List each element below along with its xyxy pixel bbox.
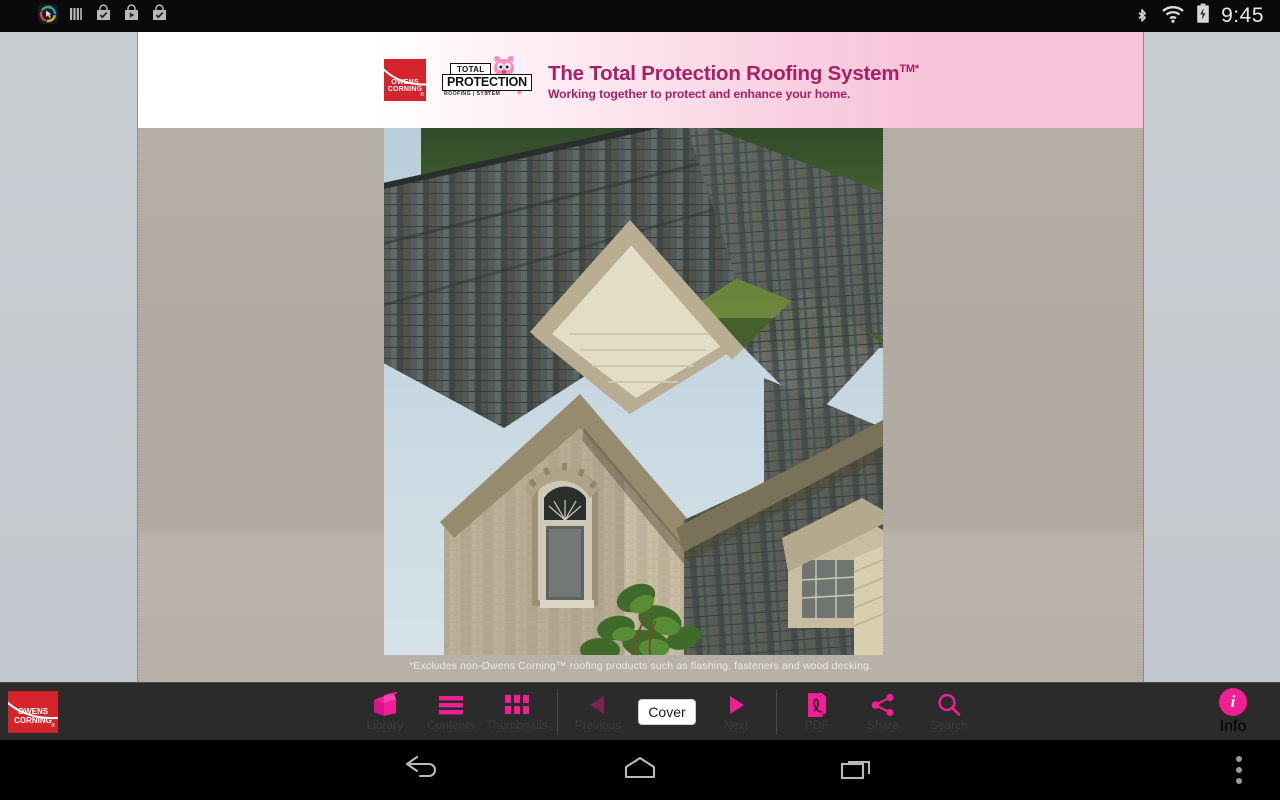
document-viewer[interactable]: OWENS CORNING ® TOTAL PROTECTION ROOFING… <box>0 32 1280 682</box>
status-bar-right-icons: 9:45 <box>1134 3 1280 29</box>
toolbar-info-label: Info <box>1219 718 1247 735</box>
badge-protection-text: PROTECTION <box>442 73 532 91</box>
toolbar-registered-mark: ® <box>51 723 55 729</box>
bag-check-icon-1 <box>94 4 113 28</box>
triangle-right-icon <box>724 692 748 718</box>
back-arrow-icon <box>403 753 443 788</box>
registered-mark: ® <box>420 91 424 98</box>
bag-check-icon-2 <box>150 4 169 28</box>
bars-icon <box>67 5 85 28</box>
toolbar-info-button[interactable]: i Info <box>1202 683 1264 741</box>
pdf-icon <box>805 692 829 718</box>
page-title-superscript: TM* <box>899 62 919 75</box>
toolbar-contents-label: Contents <box>427 720 475 732</box>
page-number-field-wrap[interactable]: Cover <box>631 683 703 741</box>
toolbar-thumbnails-label: Thumbnails <box>486 720 548 732</box>
grid-icon <box>504 692 530 718</box>
toolbar-share-label: Share <box>867 720 899 732</box>
document-page[interactable]: OWENS CORNING ® TOTAL PROTECTION ROOFING… <box>137 32 1144 682</box>
bag-play-icon <box>122 4 141 28</box>
toolbar-library-button[interactable]: Library <box>352 683 418 741</box>
recent-apps-icon <box>837 753 877 788</box>
app-launcher-icon <box>38 3 58 29</box>
status-bar-clock: 9:45 <box>1221 4 1264 27</box>
oc-logo-line1: OWENS <box>391 78 419 86</box>
overflow-dot-3 <box>1236 778 1242 784</box>
android-navigation-bar <box>0 740 1280 800</box>
header-text-block: The Total Protection Roofing SystemTM* W… <box>548 58 919 103</box>
nav-back-button[interactable] <box>368 740 478 800</box>
toolbar-divider-1 <box>557 689 558 735</box>
toolbar-share-button[interactable]: Share <box>850 683 916 741</box>
nav-more-options-button[interactable] <box>1214 740 1264 800</box>
toolbar-pdf-button[interactable]: PDF <box>784 683 850 741</box>
overflow-dot-1 <box>1236 756 1242 762</box>
battery-charging-icon <box>1196 3 1210 29</box>
roof-photograph <box>384 128 883 655</box>
toolbar-pdf-label: PDF <box>805 720 829 732</box>
wifi-icon <box>1161 4 1185 29</box>
page-title-text: The Total Protection Roofing System <box>548 61 900 85</box>
toolbar-search-button[interactable]: Search <box>916 683 982 741</box>
list-icon <box>437 692 465 718</box>
badge-subtitle-text: ROOFING | SYSTEM <box>444 90 501 97</box>
toolbar-contents-button[interactable]: Contents <box>418 683 484 741</box>
toolbar-next-label: Next <box>723 720 749 732</box>
toolbar-thumbnails-button[interactable]: Thumbnails <box>484 683 550 741</box>
triangle-left-icon <box>586 692 610 718</box>
page-number-input[interactable]: Cover <box>638 699 696 725</box>
toolbar-previous-label: Previous <box>574 720 622 732</box>
total-protection-badge: TOTAL PROTECTION ROOFING | SYSTEM <box>440 55 532 102</box>
toolbar-next-button[interactable]: Next <box>703 683 769 741</box>
magnifier-icon <box>936 692 962 718</box>
toolbar-library-label: Library <box>366 720 404 732</box>
page-subtitle: Working together to protect and enhance … <box>548 87 851 102</box>
books-icon <box>370 692 400 718</box>
status-bar-left-icons <box>0 3 169 29</box>
owens-corning-logo: OWENS CORNING ® <box>384 58 426 101</box>
home-icon <box>618 753 662 788</box>
toolbar-previous-button[interactable]: Previous <box>565 683 631 741</box>
info-icon: i <box>1219 688 1247 716</box>
page-header-band: OWENS CORNING ® TOTAL PROTECTION ROOFING… <box>138 32 1143 128</box>
share-icon <box>870 692 896 718</box>
toolbar-owens-corning-logo[interactable]: OWENS CORNING ® <box>8 691 58 733</box>
app-toolbar: OWENS CORNING ® Library Contents Thumbna… <box>0 682 1280 740</box>
toolbar-divider-2 <box>776 689 777 735</box>
nav-recent-apps-button[interactable] <box>802 740 912 800</box>
overflow-dot-2 <box>1236 767 1242 773</box>
toolbar-search-label: Search <box>930 720 968 732</box>
page-body: *Excludes non-Owens Corning™ roofing pro… <box>138 128 1143 682</box>
status-bar: 9:45 <box>0 0 1280 32</box>
page-title: The Total Protection Roofing SystemTM* <box>548 58 919 85</box>
toolbar-buttons: Library Contents Thumbnails Previous Cov… <box>352 683 982 741</box>
bluetooth-icon <box>1134 4 1150 29</box>
page-footnote: *Excludes non-Owens Corning™ roofing pro… <box>408 660 873 672</box>
nav-home-button[interactable] <box>585 740 695 800</box>
android-screen: 9:45 OWENS CORNING ® TOTAL PROTECTION RO… <box>0 0 1280 800</box>
